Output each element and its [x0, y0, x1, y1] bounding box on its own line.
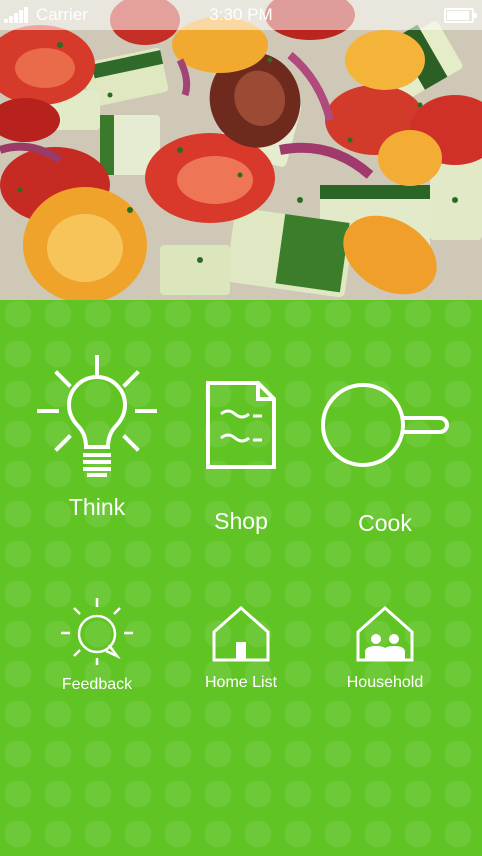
think-label: Think	[68, 494, 126, 520]
battery-level	[447, 11, 469, 20]
household-label: Household	[346, 674, 424, 691]
household-people-icon	[356, 606, 414, 662]
battery-icon	[444, 8, 477, 23]
house-icon	[212, 606, 270, 662]
cook-button[interactable]: Cook	[315, 382, 455, 537]
feedback-label: Feedback	[61, 676, 133, 693]
home-list-button[interactable]: Home List	[171, 606, 311, 692]
main-menu: Think Shop Cook Feedback Home List House…	[0, 300, 482, 856]
status-bar: Carrier 3:30 PM	[0, 0, 482, 30]
frying-pan-icon	[321, 383, 449, 467]
lightbulb-icon	[37, 355, 157, 477]
feedback-bubble-icon	[61, 598, 133, 665]
salad-illustration	[0, 0, 482, 300]
app-screen: Carrier 3:30 PM Think Shop Cook Feedback…	[0, 0, 482, 856]
think-button[interactable]: Think	[27, 355, 167, 521]
feedback-button[interactable]: Feedback	[27, 598, 167, 694]
shop-button[interactable]: Shop	[171, 380, 311, 535]
cook-label: Cook	[358, 510, 412, 536]
shopping-list-icon	[206, 381, 276, 469]
hero-salad-image	[0, 0, 482, 300]
home-list-label: Home List	[204, 674, 278, 691]
shop-label: Shop	[214, 508, 268, 534]
household-button[interactable]: Household	[315, 606, 455, 692]
status-time: 3:30 PM	[209, 5, 273, 24]
